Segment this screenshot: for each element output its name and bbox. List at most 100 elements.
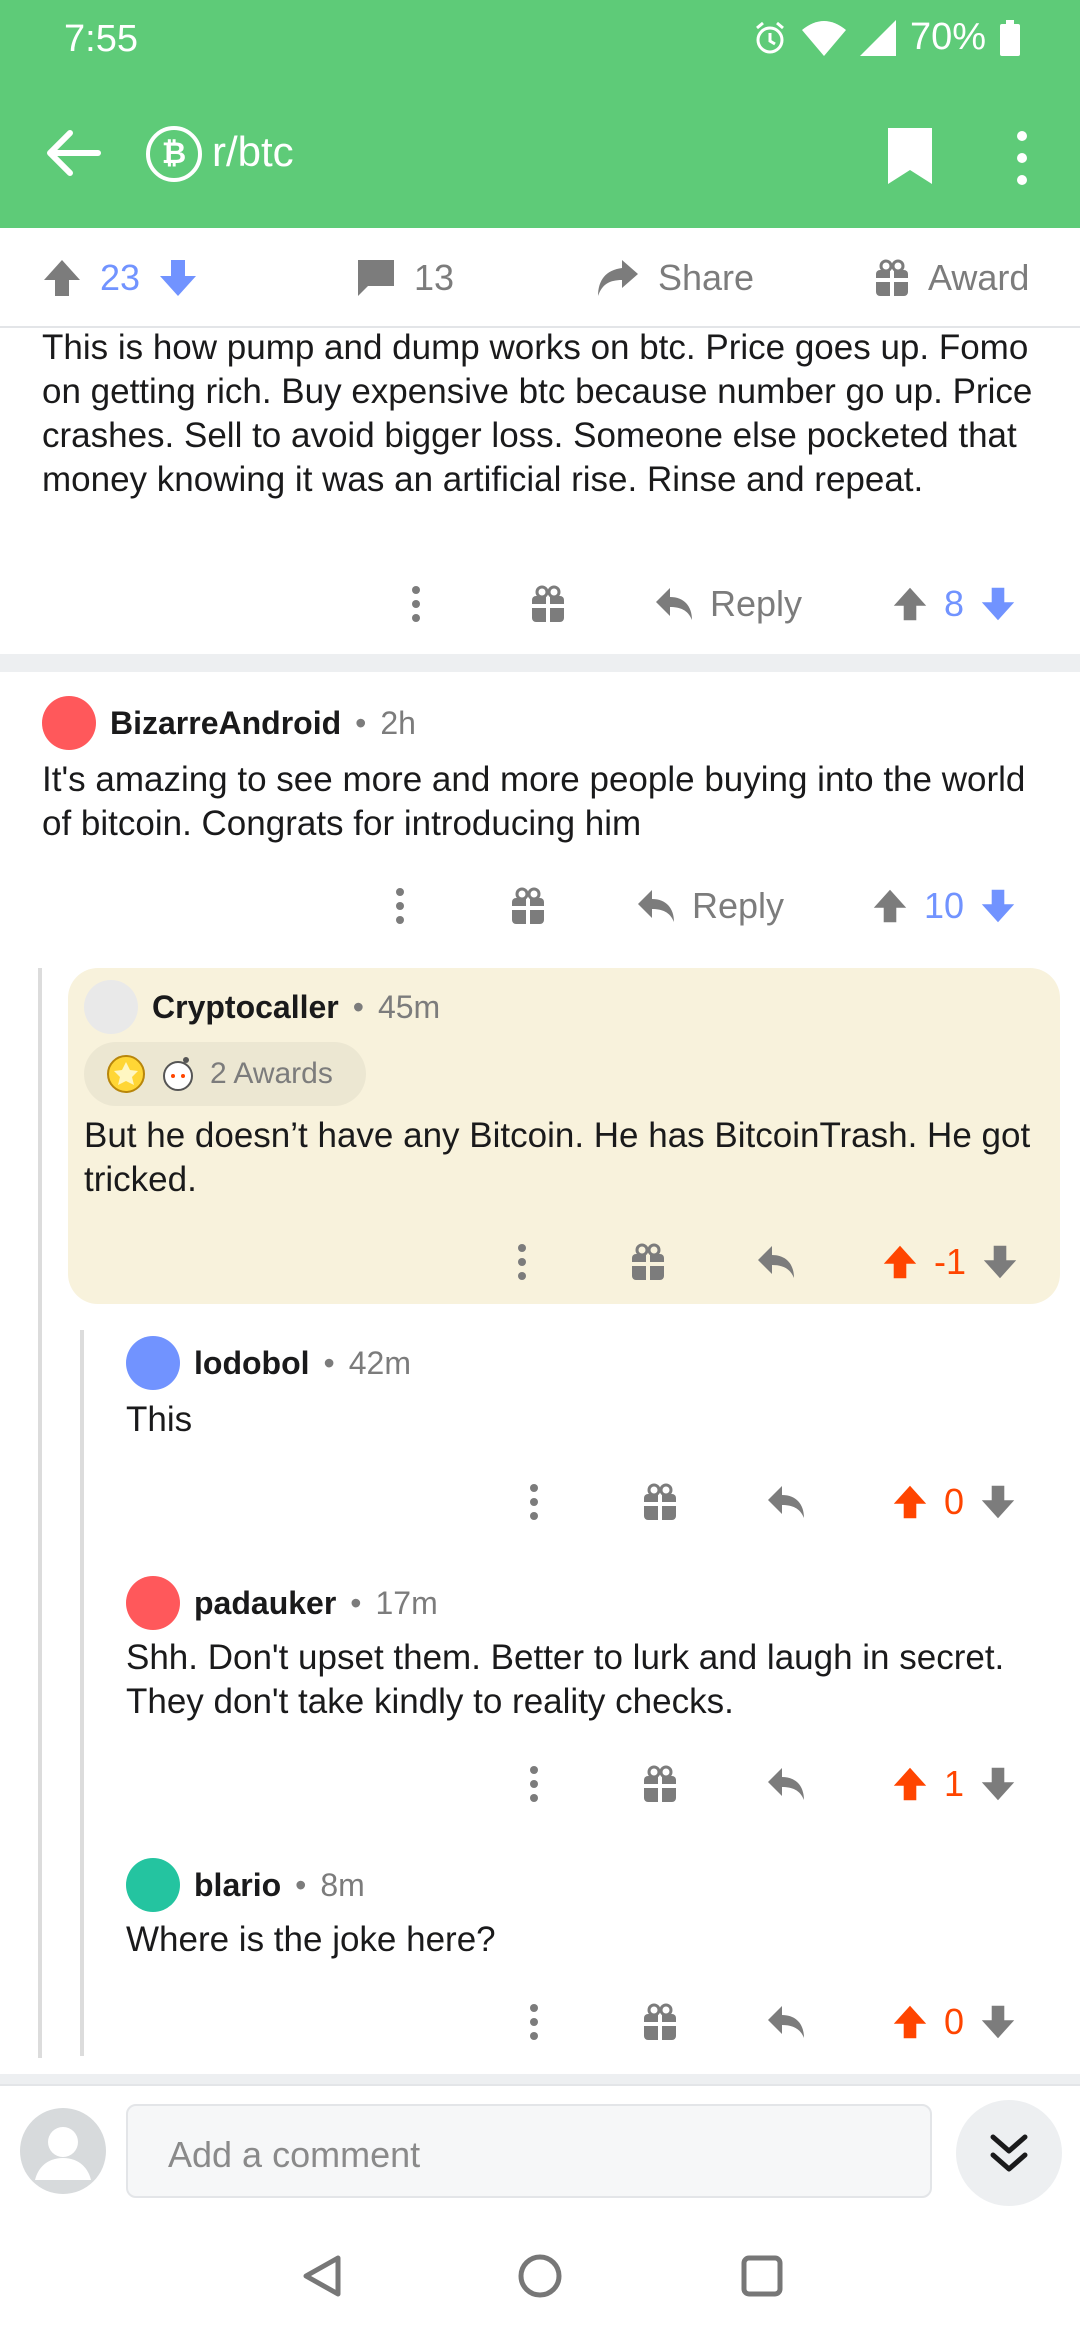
- upvote-icon[interactable]: [892, 586, 928, 622]
- comments-count-button[interactable]: 13: [356, 250, 454, 306]
- double-chevron-down-icon: [990, 2134, 1028, 2172]
- comment-author[interactable]: lodobol: [194, 1345, 310, 1382]
- downvote-icon[interactable]: [980, 586, 1016, 622]
- comment-actions: Reply 8: [0, 574, 1080, 634]
- upvote-icon[interactable]: [892, 2004, 928, 2040]
- awards-badge[interactable]: 2 Awards: [84, 1042, 366, 1106]
- reply-icon: [758, 1246, 794, 1278]
- upvote-icon[interactable]: [42, 258, 82, 298]
- comment-author[interactable]: Cryptocaller: [152, 989, 339, 1026]
- comment-divider: [0, 2074, 1080, 2084]
- comment-header: lodobol • 42m: [126, 1336, 411, 1390]
- more-vertical-icon: [530, 1766, 538, 1802]
- downvote-icon[interactable]: [158, 258, 198, 298]
- award-label: Award: [928, 257, 1030, 298]
- reply-button[interactable]: Reply: [654, 574, 802, 634]
- app-header: 7:55 70% ₿ r/btc: [0, 0, 1080, 228]
- comment-body: Shh. Don't upset them. Better to lurk an…: [126, 1638, 1005, 1721]
- reply-icon: [768, 1768, 804, 1800]
- comment-more-button[interactable]: [528, 1472, 540, 1532]
- comment-score: 10: [924, 885, 965, 926]
- comment-age: 45m: [377, 988, 441, 1025]
- gift-icon: [532, 585, 564, 624]
- comment-author[interactable]: BizarreAndroid: [110, 705, 341, 742]
- reply-button[interactable]: [766, 1754, 806, 1814]
- downvote-icon[interactable]: [982, 1244, 1018, 1280]
- more-vertical-icon: [396, 888, 404, 924]
- comment-author[interactable]: blario: [194, 1867, 281, 1904]
- user-silhouette-icon: [35, 2127, 91, 2180]
- avatar[interactable]: [42, 696, 96, 750]
- more-vertical-icon: [412, 586, 420, 622]
- comment-more-button[interactable]: [528, 1992, 540, 2052]
- comment-body: But he doesn’t have any Bitcoin. He has …: [84, 1116, 1031, 1199]
- upvote-icon[interactable]: [882, 1244, 918, 1280]
- gift-icon: [632, 1243, 664, 1282]
- avatar[interactable]: [84, 980, 138, 1034]
- more-vertical-icon: [530, 2004, 538, 2040]
- more-vertical-icon: [518, 1244, 526, 1280]
- upvote-icon[interactable]: [872, 888, 908, 924]
- subreddit-icon[interactable]: ₿: [146, 126, 202, 182]
- post-vote-group: 23: [42, 250, 198, 306]
- comment-age: 17m: [375, 1584, 438, 1621]
- nav-recents-icon[interactable]: [738, 2252, 786, 2300]
- comment-vote-group: 1: [892, 1754, 1016, 1814]
- comment-divider: [0, 654, 1080, 672]
- comment-actions: -1: [0, 1232, 1080, 1292]
- avatar[interactable]: [126, 1576, 180, 1630]
- bookmark-icon[interactable]: [886, 126, 934, 186]
- comment-award-button[interactable]: [642, 1992, 678, 2052]
- nav-home-icon[interactable]: [516, 2252, 564, 2300]
- battery-icon: [1000, 19, 1020, 56]
- reply-icon: [768, 2006, 804, 2038]
- reply-button[interactable]: [756, 1232, 796, 1292]
- share-button[interactable]: Share: [596, 250, 754, 306]
- reply-button[interactable]: Reply: [636, 876, 784, 936]
- avatar[interactable]: [126, 1336, 180, 1390]
- reply-button[interactable]: [766, 1472, 806, 1532]
- nav-back-icon[interactable]: [298, 2252, 346, 2300]
- comment-age: 2h: [380, 704, 416, 741]
- status-time: 7:55: [64, 18, 138, 60]
- downvote-icon[interactable]: [980, 1484, 1016, 1520]
- comment-award-button[interactable]: [510, 876, 546, 936]
- comment-score: 1: [944, 1763, 965, 1804]
- comment-more-button[interactable]: [410, 574, 422, 634]
- comment-body: This is how pump and dump works on btc. …: [42, 328, 1033, 499]
- back-arrow-icon[interactable]: [40, 120, 106, 186]
- subreddit-title[interactable]: r/btc: [212, 128, 294, 176]
- downvote-icon[interactable]: [980, 888, 1016, 924]
- share-icon: [598, 260, 638, 296]
- status-bar: 7:55 70%: [0, 0, 1080, 80]
- comment-header: BizarreAndroid • 2h: [42, 696, 416, 750]
- post-actions: 23 13 Share Award: [0, 228, 1080, 328]
- add-comment-input[interactable]: Add a comment: [126, 2104, 932, 2198]
- comment-composer: Add a comment: [0, 2084, 1080, 2214]
- downvote-icon[interactable]: [980, 2004, 1016, 2040]
- comment-award-button[interactable]: [642, 1754, 678, 1814]
- gift-icon: [876, 259, 908, 298]
- comment-more-button[interactable]: [516, 1232, 528, 1292]
- comment-more-button[interactable]: [528, 1754, 540, 1814]
- avatar[interactable]: [126, 1858, 180, 1912]
- gift-icon: [644, 1483, 676, 1522]
- user-avatar[interactable]: [20, 2108, 106, 2194]
- comment-author[interactable]: padauker: [194, 1585, 336, 1622]
- upvote-icon[interactable]: [892, 1484, 928, 1520]
- comment-more-button[interactable]: [394, 876, 406, 936]
- upvote-icon[interactable]: [892, 1766, 928, 1802]
- more-options-icon[interactable]: [1010, 130, 1034, 186]
- award-button[interactable]: Award: [874, 250, 1029, 306]
- downvote-icon[interactable]: [980, 1766, 1016, 1802]
- comment-vote-group: 10: [872, 876, 1016, 936]
- comment-award-button[interactable]: [530, 574, 566, 634]
- gift-icon: [512, 887, 544, 926]
- scroll-down-button[interactable]: [956, 2100, 1062, 2206]
- post-score: 23: [100, 257, 141, 298]
- comment-body: It's amazing to see more and more people…: [42, 760, 1026, 843]
- comment-award-button[interactable]: [630, 1232, 666, 1292]
- comment-award-button[interactable]: [642, 1472, 678, 1532]
- comment-actions: 0: [0, 1992, 1080, 2052]
- reply-button[interactable]: [766, 1992, 806, 2052]
